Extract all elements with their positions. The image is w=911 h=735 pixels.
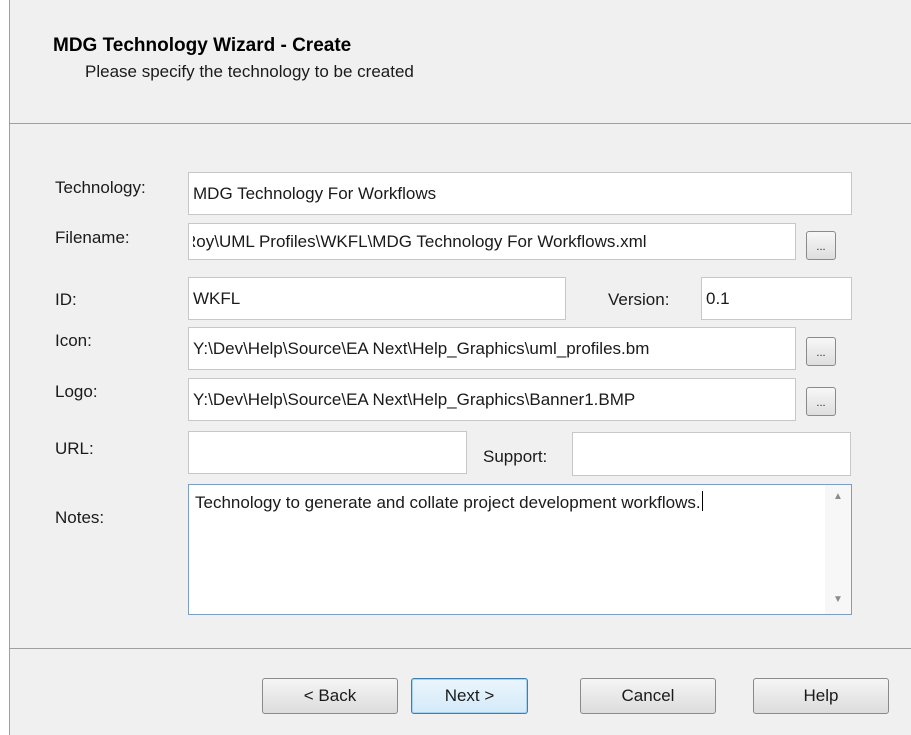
wizard-dialog: MDG Technology Wizard - Create Please sp… xyxy=(9,0,911,735)
support-input[interactable] xyxy=(572,432,851,476)
icon-input[interactable] xyxy=(188,327,796,370)
id-label: ID: xyxy=(55,290,77,309)
url-label: URL: xyxy=(55,439,94,458)
notes-textarea[interactable]: Technology to generate and collate proje… xyxy=(188,484,852,615)
wizard-title: MDG Technology Wizard - Create xyxy=(53,35,352,56)
next-button[interactable]: Next > xyxy=(411,678,528,714)
logo-label: Logo: xyxy=(55,382,98,401)
filename-label: Filename: xyxy=(55,228,130,247)
logo-browse-button[interactable]: ... xyxy=(806,387,836,416)
text-caret xyxy=(701,491,703,511)
support-label: Support: xyxy=(483,447,548,466)
help-button[interactable]: Help xyxy=(753,678,889,714)
filename-input[interactable] xyxy=(188,223,796,260)
id-input[interactable] xyxy=(188,277,566,320)
version-label: Version: xyxy=(608,290,670,309)
logo-input[interactable] xyxy=(188,378,796,421)
wizard-subtitle: Please specify the technology to be crea… xyxy=(85,62,414,81)
url-input[interactable] xyxy=(188,431,467,474)
technology-label: Technology: xyxy=(55,178,146,197)
notes-scrollbar[interactable]: ▲ ▼ xyxy=(825,485,851,614)
cancel-button[interactable]: Cancel xyxy=(580,678,716,714)
back-button[interactable]: < Back xyxy=(262,678,398,714)
scroll-down-arrow-icon[interactable]: ▼ xyxy=(825,590,851,610)
icon-browse-button[interactable]: ... xyxy=(806,337,836,366)
footer-divider xyxy=(10,648,911,649)
notes-text: Technology to generate and collate proje… xyxy=(195,491,703,512)
filename-browse-button[interactable]: ... xyxy=(806,231,836,260)
scroll-up-arrow-icon[interactable]: ▲ xyxy=(825,487,851,507)
icon-label: Icon: xyxy=(55,331,92,350)
technology-input[interactable] xyxy=(188,172,852,215)
notes-label: Notes: xyxy=(55,508,105,527)
version-input[interactable] xyxy=(701,277,852,320)
wizard-header: MDG Technology Wizard - Create Please sp… xyxy=(10,0,911,124)
